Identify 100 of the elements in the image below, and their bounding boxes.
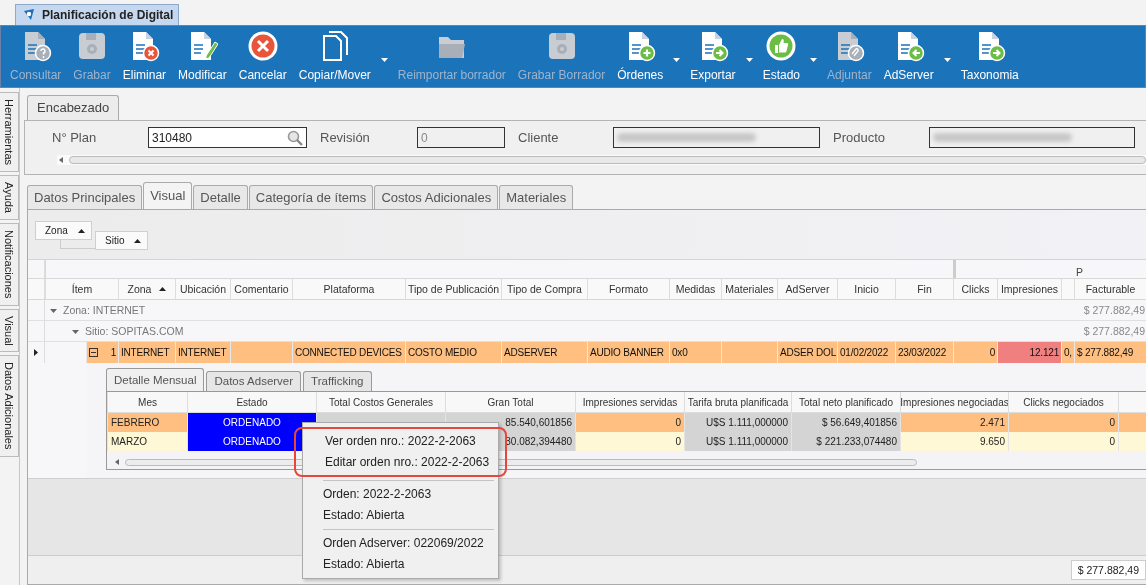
column-header[interactable]: Tarifa bruta planificada (684, 392, 791, 412)
toolbar-button[interactable]: Estado (756, 26, 806, 87)
column-header[interactable]: Impresiones servidas (575, 392, 684, 412)
table-cell: 0 (1008, 432, 1118, 451)
group-chip[interactable]: Zona (35, 221, 92, 240)
sort-icon (77, 228, 85, 233)
side-tab[interactable]: Ayuda (0, 175, 19, 221)
field-label: Producto (832, 130, 887, 145)
column-header[interactable]: Formato (587, 279, 669, 299)
table-cell: U$S 1.111,000000 (684, 432, 791, 451)
column-header[interactable]: Impresiones negociadas (900, 392, 1008, 412)
side-tab[interactable]: Herramientas (0, 92, 19, 173)
column-header[interactable]: Total Costos Generales (316, 392, 445, 412)
caret-icon (810, 57, 817, 62)
table-cell: 0x0 (669, 342, 721, 363)
tab[interactable]: Materiales (499, 185, 574, 209)
table-cell: 9.650 (900, 432, 1008, 451)
group-row-label: Sitio: SOPITAS.COM (85, 325, 184, 337)
scrollbar[interactable] (57, 155, 1146, 165)
toolbar-button[interactable]: Cancelar (232, 26, 293, 87)
toolbar-button[interactable]: Eliminar (116, 26, 173, 87)
tab[interactable]: Visual (143, 182, 193, 209)
side-tab[interactable]: Datos Adicionales (0, 355, 19, 457)
scrollbar[interactable] (69, 156, 1146, 164)
tab[interactable]: Detalle (193, 185, 248, 209)
band-header: P (1076, 266, 1083, 278)
table-cell: INTERNET (175, 342, 230, 363)
toolbar-button[interactable]: Modificar (172, 26, 233, 87)
column-header[interactable]: Total neto planificado (791, 392, 900, 412)
table-cell: COSTO MEDIO (405, 342, 501, 363)
toolbar-button[interactable]: Exportar (684, 26, 742, 87)
cancel-icon (246, 30, 279, 62)
column-header[interactable]: Materiales (721, 279, 777, 299)
table-cell: U$S 1.111,000000 (684, 413, 791, 432)
column-header[interactable]: Inicio (837, 279, 895, 299)
table-cell: INTERNET (118, 342, 175, 363)
table-cell: 01/02/2022 (837, 342, 895, 363)
toolbar-button[interactable]: Taxonomia (954, 26, 1025, 87)
table-cell: 12.121 (997, 342, 1061, 363)
tab[interactable]: Trafficking (303, 371, 372, 391)
column-header[interactable]: Fin (895, 279, 953, 299)
sort-icon (134, 238, 142, 243)
window-title: Planificación de Digital (15, 4, 180, 25)
scroll-left-icon (59, 157, 63, 163)
group-total: $ 277.882,49 (1083, 325, 1146, 337)
menu-item[interactable]: Estado: Abierta (303, 554, 498, 575)
column-header[interactable]: Facturable (1074, 279, 1146, 299)
column-header[interactable]: Mes (107, 392, 187, 412)
column-header[interactable]: Ubicación (175, 279, 230, 299)
column-header[interactable]: Tipo de Compra (501, 279, 587, 299)
column-header[interactable]: Zona (118, 279, 175, 299)
tab[interactable]: Detalle Mensual (106, 368, 205, 391)
side-tab[interactable]: Visual (0, 308, 19, 353)
table-cell: $ 221.233,074480 (791, 432, 900, 451)
table-cell: ORDENADO (187, 413, 316, 432)
toolbar-button[interactable]: Copiar/Mover (292, 26, 377, 87)
column-header[interactable]: Clicks (953, 279, 997, 299)
toolbar-button[interactable]: AdServer (877, 26, 940, 87)
tab[interactable]: Costos Adicionales (374, 185, 499, 209)
logo-icon (22, 8, 36, 22)
column-header[interactable]: Clicks negociados (1008, 392, 1118, 412)
column-header[interactable]: AdServer (777, 279, 837, 299)
table-cell: 0, (1061, 342, 1074, 363)
group-chip[interactable]: Sitio (95, 231, 149, 250)
menu-item[interactable]: Orden: 2022-2-2063 (303, 484, 498, 505)
caret-icon (380, 57, 388, 62)
caret-icon (673, 57, 681, 62)
table-cell: $ 277.882,49 (1074, 342, 1146, 363)
section-tab[interactable]: Encabezado (27, 95, 120, 120)
tab[interactable]: Datos Principales (27, 185, 143, 209)
menu-item[interactable]: Editar orden nro.: 2022-2-2063 (305, 452, 496, 473)
column-header[interactable]: Tipo de Publicación (405, 279, 501, 299)
tab[interactable]: Datos Adserver (206, 371, 302, 391)
column-header[interactable]: Comentario (230, 279, 292, 299)
side-tab[interactable]: Notificaciones (0, 223, 19, 306)
tab[interactable]: Categoría de ítems (248, 185, 374, 209)
input-field[interactable]: 310480 (148, 127, 307, 148)
table-cell: 1 (86, 342, 118, 363)
caret-icon (745, 57, 753, 62)
column-header[interactable]: Plataforma (292, 279, 405, 299)
table-cell: MARZO (107, 432, 187, 451)
menu-item[interactable]: Estado: Abierta (303, 505, 498, 526)
field-label: N° Plan (52, 130, 98, 145)
group-total: $ 277.882,49 (1083, 304, 1146, 316)
column-header[interactable]: Estado (187, 392, 316, 412)
column-header[interactable]: Medidas (669, 279, 721, 299)
scroll-left-icon (115, 459, 119, 465)
table-cell: 0 (575, 432, 684, 451)
thumbs-up-icon (765, 30, 798, 62)
table-cell: 0 (953, 342, 997, 363)
table-cell: 0 (1008, 413, 1118, 432)
column-header[interactable]: Gran Total (445, 392, 575, 412)
connector-line (60, 240, 96, 249)
column-header[interactable]: Ítem (45, 279, 118, 299)
toolbar-button[interactable]: Órdenes (611, 26, 670, 87)
menu-item[interactable]: Orden Adserver: 022069/2022 (303, 533, 498, 554)
group-row-label: Zona: INTERNET (63, 304, 146, 316)
column-header[interactable]: Impresiones (997, 279, 1061, 299)
total-field: $ 277.882,49 (1070, 560, 1146, 580)
field-label: Cliente (517, 130, 560, 145)
